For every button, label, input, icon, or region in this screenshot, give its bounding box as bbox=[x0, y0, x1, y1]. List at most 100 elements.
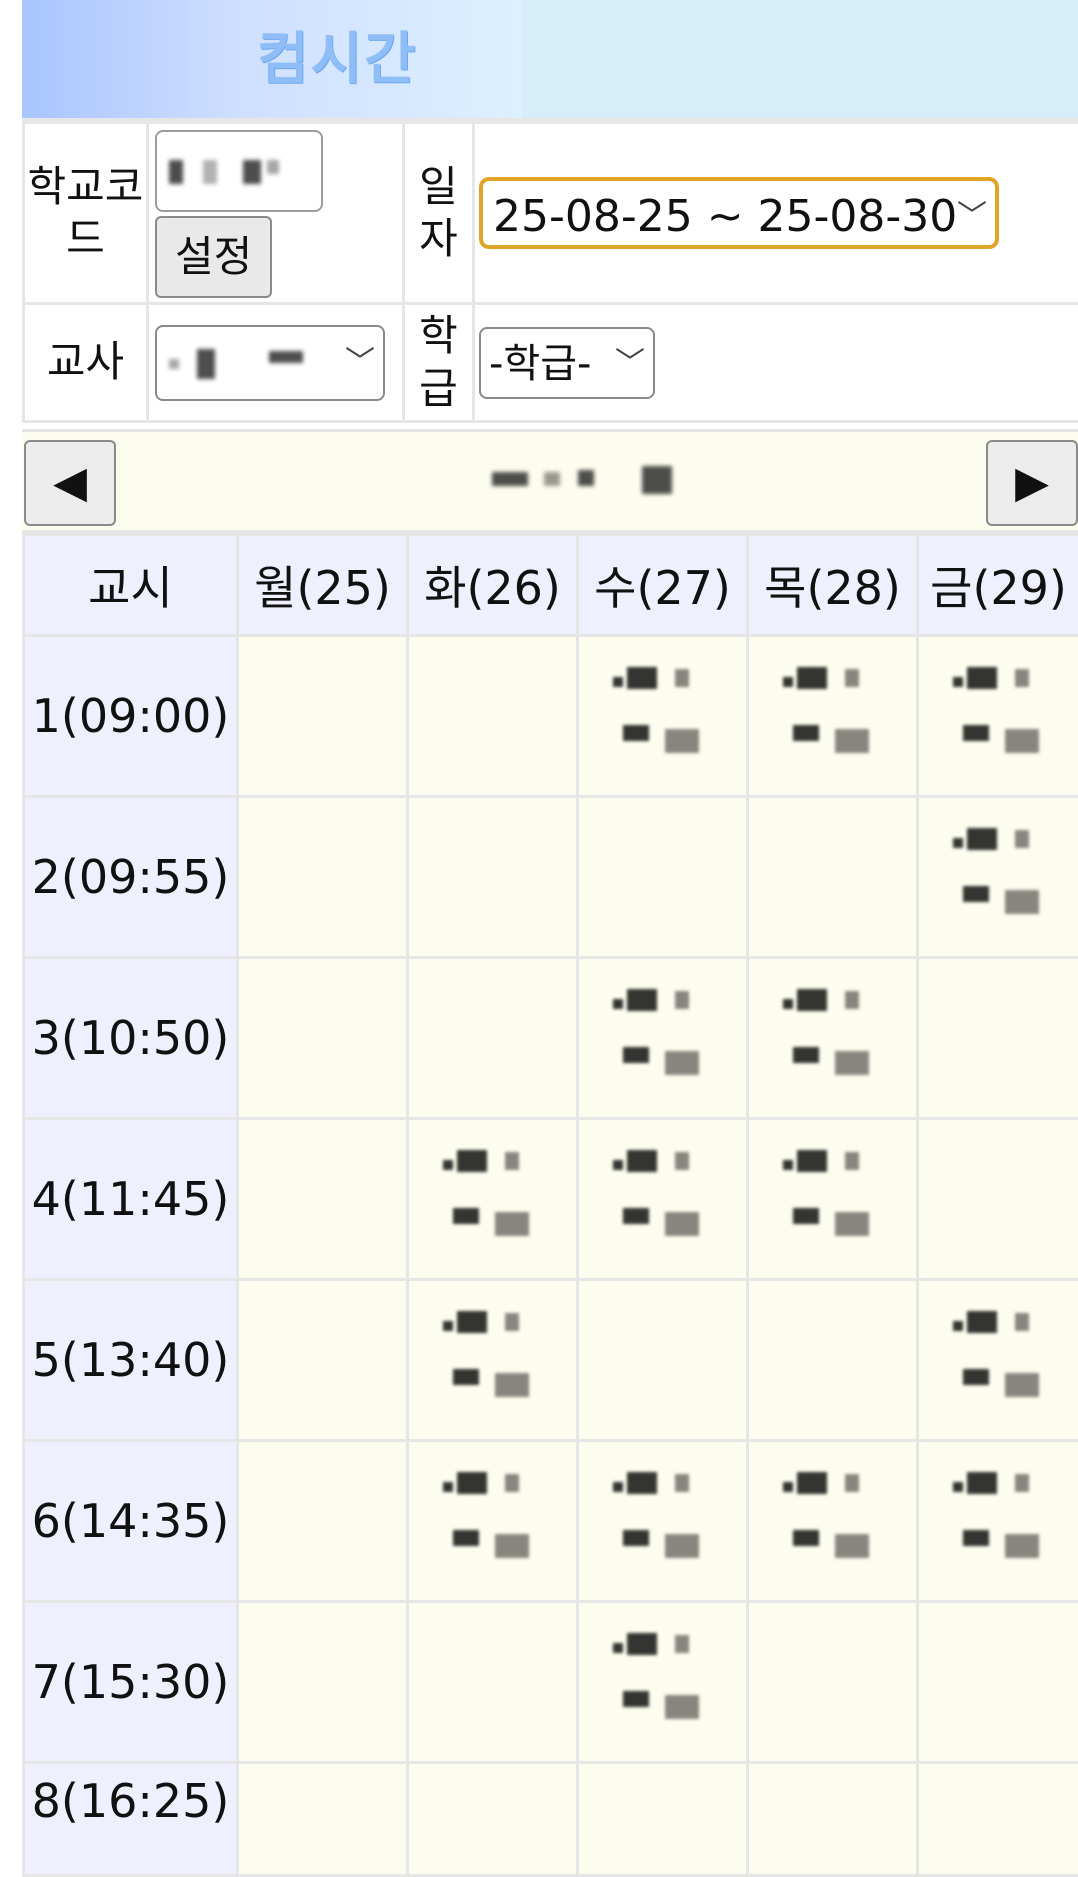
timetable-cell bbox=[918, 1441, 1078, 1602]
redacted-class-entry bbox=[613, 1142, 705, 1258]
class-select[interactable]: -학급- ﹀ bbox=[479, 327, 655, 399]
redacted-class-entry bbox=[613, 981, 705, 1097]
period-cell: 1(09:00) bbox=[24, 636, 238, 797]
header-mon: 월(25) bbox=[238, 535, 408, 636]
week-label bbox=[492, 464, 702, 498]
class-cell: -학급- ﹀ bbox=[474, 304, 1078, 422]
timetable-cell bbox=[748, 797, 918, 958]
header-thu: 목(28) bbox=[748, 535, 918, 636]
chevron-down-icon: ﹀ bbox=[957, 181, 987, 253]
class-value: -학급- bbox=[489, 341, 591, 387]
redacted-class-entry bbox=[783, 659, 875, 775]
set-button[interactable]: 설정 bbox=[155, 216, 272, 298]
timetable-cell bbox=[408, 1119, 578, 1280]
timetable-cell bbox=[578, 1280, 748, 1441]
timetable-cell bbox=[578, 1119, 748, 1280]
timetable-cell bbox=[918, 958, 1078, 1119]
redacted-class-entry bbox=[613, 1464, 705, 1580]
period-cell: 2(09:55) bbox=[24, 797, 238, 958]
timetable-cell bbox=[578, 1763, 748, 1876]
date-select[interactable]: 25-08-25 ~ 25-08-30 ﹀ bbox=[479, 177, 999, 249]
timetable-cell bbox=[408, 958, 578, 1119]
timetable-cell bbox=[578, 1602, 748, 1763]
timetable-row: 7(15:30) bbox=[24, 1602, 1078, 1763]
redacted-class-entry bbox=[783, 1464, 875, 1580]
period-cell: 7(15:30) bbox=[24, 1602, 238, 1763]
timetable-header-row: 교시 월(25) 화(26) 수(27) 목(28) 금(29) bbox=[24, 535, 1078, 636]
timetable-cell bbox=[578, 797, 748, 958]
timetable-row: 3(10:50) bbox=[24, 958, 1078, 1119]
teacher-cell: ﹀ bbox=[148, 304, 404, 422]
timetable-cell bbox=[238, 797, 408, 958]
period-cell: 5(13:40) bbox=[24, 1280, 238, 1441]
header-fri: 금(29) bbox=[918, 535, 1078, 636]
timetable-cell bbox=[748, 636, 918, 797]
timetable-cell bbox=[408, 797, 578, 958]
date-cell: 25-08-25 ~ 25-08-30 ﹀ bbox=[474, 123, 1078, 304]
timetable-cell bbox=[748, 958, 918, 1119]
redacted-class-entry bbox=[443, 1464, 535, 1580]
timetable-cell bbox=[918, 1602, 1078, 1763]
redacted-class-entry bbox=[783, 1142, 875, 1258]
timetable-row: 8(16:25) bbox=[24, 1763, 1078, 1876]
school-code-cell: 설정 bbox=[148, 123, 404, 304]
timetable-cell bbox=[918, 1280, 1078, 1441]
teacher-select[interactable]: ﹀ bbox=[155, 325, 385, 401]
timetable-cell bbox=[578, 958, 748, 1119]
timetable-cell bbox=[238, 1280, 408, 1441]
timetable-row: 6(14:35) bbox=[24, 1441, 1078, 1602]
timetable-cell bbox=[238, 1602, 408, 1763]
timetable-cell bbox=[748, 1119, 918, 1280]
redacted-class-entry bbox=[953, 659, 1045, 775]
timetable-cell bbox=[408, 1441, 578, 1602]
redacted-class-entry bbox=[953, 1464, 1045, 1580]
timetable: 교시 월(25) 화(26) 수(27) 목(28) 금(29) 1(09:00… bbox=[22, 533, 1078, 1877]
timetable-row: 4(11:45) bbox=[24, 1119, 1078, 1280]
teacher-label: 교사 bbox=[24, 304, 148, 422]
timetable-cell bbox=[238, 636, 408, 797]
date-label: 일자 bbox=[404, 123, 474, 304]
timetable-cell bbox=[748, 1280, 918, 1441]
timetable-cell bbox=[408, 1280, 578, 1441]
redacted-class-entry bbox=[443, 1142, 535, 1258]
timetable-cell bbox=[238, 1441, 408, 1602]
chevron-down-icon: ﹀ bbox=[615, 329, 645, 399]
week-nav: ◀ ▶ bbox=[22, 429, 1078, 533]
timetable-cell bbox=[918, 636, 1078, 797]
timetable-cell bbox=[918, 797, 1078, 958]
period-cell: 3(10:50) bbox=[24, 958, 238, 1119]
school-code-label: 학교코드 bbox=[24, 123, 148, 304]
timetable-cell bbox=[238, 1763, 408, 1876]
header-tue: 화(26) bbox=[408, 535, 578, 636]
timetable-cell bbox=[748, 1441, 918, 1602]
school-code-input[interactable] bbox=[155, 130, 323, 212]
period-cell: 4(11:45) bbox=[24, 1119, 238, 1280]
prev-week-button[interactable]: ◀ bbox=[24, 440, 116, 526]
timetable-cell bbox=[748, 1602, 918, 1763]
timetable-cell bbox=[918, 1763, 1078, 1876]
redacted-class-entry bbox=[953, 820, 1045, 936]
redacted-class-entry bbox=[783, 981, 875, 1097]
timetable-cell bbox=[408, 636, 578, 797]
timetable-cell bbox=[578, 636, 748, 797]
next-week-button[interactable]: ▶ bbox=[986, 440, 1078, 526]
header-banner: 컴시간 bbox=[22, 0, 1078, 121]
redacted-class-entry bbox=[953, 1303, 1045, 1419]
header-wed: 수(27) bbox=[578, 535, 748, 636]
timetable-row: 5(13:40) bbox=[24, 1280, 1078, 1441]
class-label: 학급 bbox=[404, 304, 474, 422]
triangle-right-icon: ▶ bbox=[1015, 457, 1049, 508]
timetable-cell bbox=[408, 1763, 578, 1876]
date-value: 25-08-25 ~ 25-08-30 bbox=[493, 191, 957, 242]
triangle-left-icon: ◀ bbox=[53, 457, 87, 508]
timetable-cell bbox=[748, 1763, 918, 1876]
timetable-cell bbox=[238, 1119, 408, 1280]
page: 컴시간 학교코드 설정 일자 25-08-25 ~ 25-08-30 ﹀ bbox=[22, 0, 1078, 1877]
period-cell: 8(16:25) bbox=[24, 1763, 238, 1876]
timetable-cell bbox=[918, 1119, 1078, 1280]
timetable-row: 2(09:55) bbox=[24, 797, 1078, 958]
timetable-cell bbox=[578, 1441, 748, 1602]
timetable-cell bbox=[238, 958, 408, 1119]
chevron-down-icon: ﹀ bbox=[345, 327, 375, 399]
app-title: 컴시간 bbox=[257, 14, 418, 95]
